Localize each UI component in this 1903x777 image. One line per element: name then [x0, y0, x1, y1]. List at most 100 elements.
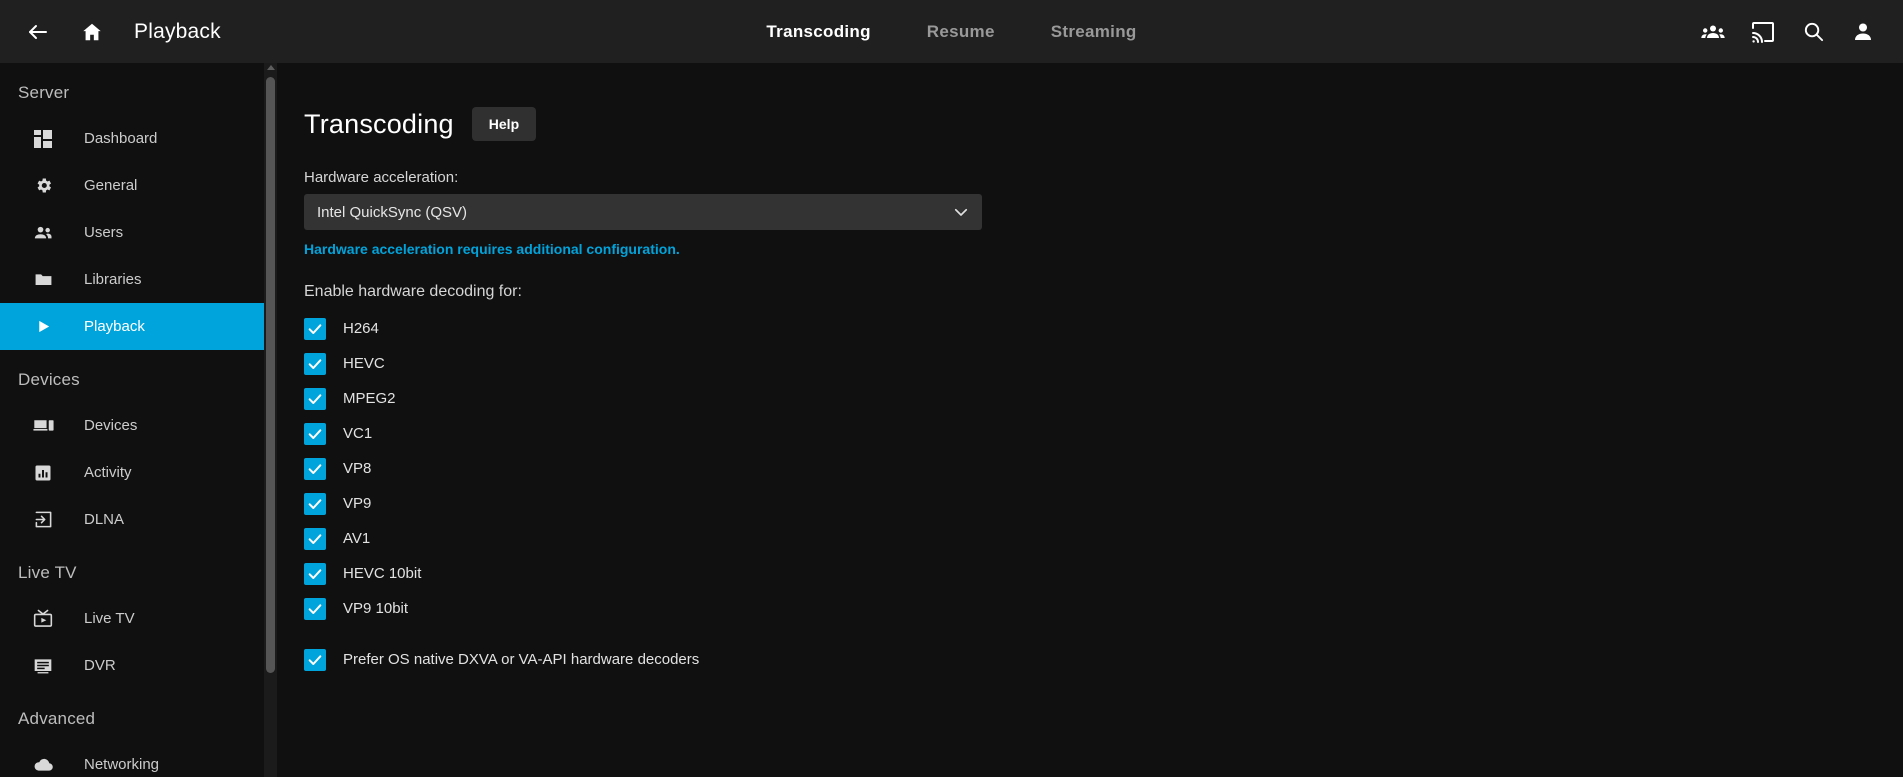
transcoding-settings-form: Transcoding Help Hardware acceleration: … [277, 63, 1903, 677]
checkbox-checked-icon[interactable] [304, 353, 326, 375]
checkbox-label: VP9 [343, 495, 371, 512]
checkbox-label: HEVC [343, 355, 385, 372]
sidebar-scroll-content: Server Dashboard General [0, 63, 265, 777]
checkbox-row-vp9-10bit[interactable]: VP9 10bit [304, 591, 1903, 626]
checkbox-row-vc1[interactable]: VC1 [304, 416, 1903, 451]
sidebar-item-label: Networking [84, 756, 159, 773]
live-tv-icon [30, 607, 56, 631]
checkbox-label: HEVC 10bit [343, 565, 421, 582]
search-button[interactable] [1789, 8, 1837, 56]
dvr-icon [30, 654, 56, 678]
sidebar-item-label: Users [84, 224, 123, 241]
checkbox-checked-icon[interactable] [304, 388, 326, 410]
devices-icon [30, 414, 56, 438]
checkbox-row-av1[interactable]: AV1 [304, 521, 1903, 556]
sidebar-item-label: Libraries [84, 271, 142, 288]
sidebar-group-header-devices: Devices [0, 350, 265, 402]
sidebar-item-dvr[interactable]: DVR [0, 642, 265, 689]
page-title-header: Playback [134, 20, 221, 44]
sidebar-item-label: Live TV [84, 610, 135, 627]
checkbox-checked-icon[interactable] [304, 563, 326, 585]
checkbox-checked-icon[interactable] [304, 458, 326, 480]
sidebar-item-label: General [84, 177, 137, 194]
cloud-icon [30, 753, 56, 777]
sidebar-item-label: Devices [84, 417, 137, 434]
checkbox-label: VC1 [343, 425, 372, 442]
checkbox-label: Prefer OS native DXVA or VA-API hardware… [343, 651, 699, 668]
sidebar-item-playback[interactable]: Playback [0, 303, 265, 350]
checkbox-row-hevc-10bit[interactable]: HEVC 10bit [304, 556, 1903, 591]
header-tabs: Transcoding Resume Streaming [0, 0, 1903, 63]
app-header-right [1689, 0, 1887, 63]
checkbox-checked-icon[interactable] [304, 493, 326, 515]
sidebar-item-activity[interactable]: Activity [0, 449, 265, 496]
folder-icon [30, 268, 56, 292]
checkbox-label: MPEG2 [343, 390, 396, 407]
sidebar-item-live-tv[interactable]: Live TV [0, 595, 265, 642]
checkbox-label: VP8 [343, 460, 371, 477]
checkbox-label: VP9 10bit [343, 600, 408, 617]
hardware-acceleration-select-wrap: Intel QuickSync (QSV) [304, 194, 982, 230]
tab-transcoding[interactable]: Transcoding [738, 0, 898, 63]
home-button[interactable] [68, 8, 116, 56]
scrollbar-thumb[interactable] [266, 77, 275, 673]
hardware-acceleration-select[interactable]: Intel QuickSync (QSV) [304, 194, 982, 230]
home-icon [81, 21, 103, 43]
back-button[interactable] [14, 8, 62, 56]
search-icon [1802, 20, 1825, 43]
tab-streaming[interactable]: Streaming [1023, 0, 1165, 63]
cast-button[interactable] [1739, 8, 1787, 56]
help-button[interactable]: Help [472, 107, 536, 141]
checkbox-checked-icon[interactable] [304, 528, 326, 550]
account-button[interactable] [1839, 8, 1887, 56]
tab-resume[interactable]: Resume [899, 0, 1023, 63]
sidebar-item-general[interactable]: General [0, 162, 265, 209]
enable-hardware-decoding-label: Enable hardware decoding for: [304, 283, 1903, 301]
activity-chart-icon [30, 461, 56, 485]
sidebar-item-label: DVR [84, 657, 116, 674]
checkbox-checked-icon[interactable] [304, 649, 326, 671]
checkbox-row-mpeg2[interactable]: MPEG2 [304, 381, 1903, 416]
arrow-left-icon [26, 20, 50, 44]
sidebar-item-label: Dashboard [84, 130, 157, 147]
checkbox-row-hevc[interactable]: HEVC [304, 346, 1903, 381]
account-icon [1851, 20, 1875, 44]
sidebar-item-label: Playback [84, 318, 145, 335]
checkbox-row-h264[interactable]: H264 [304, 311, 1903, 346]
hardware-acceleration-hint-link[interactable]: Hardware acceleration requires additiona… [304, 241, 1903, 257]
app-header-bar: Playback Transcoding Resume Streaming [0, 0, 1903, 63]
sidebar-group-header-live-tv: Live TV [0, 543, 265, 595]
checkbox-label: AV1 [343, 530, 370, 547]
dashboard-icon [30, 127, 56, 151]
checkbox-checked-icon[interactable] [304, 423, 326, 445]
sidebar-item-dashboard[interactable]: Dashboard [0, 115, 265, 162]
users-icon [30, 221, 56, 245]
sidebar-item-users[interactable]: Users [0, 209, 265, 256]
group-icon [1701, 20, 1725, 44]
sidebar-group-header-server: Server [0, 63, 265, 115]
sidebar-item-devices[interactable]: Devices [0, 402, 265, 449]
sidebar-item-networking[interactable]: Networking [0, 741, 265, 777]
gear-icon [30, 174, 56, 198]
sidebar-item-dlna[interactable]: DLNA [0, 496, 265, 543]
sidebar-navigation[interactable]: Server Dashboard General [0, 63, 265, 777]
page-title-row: Transcoding Help [304, 107, 1903, 141]
sidebar-item-libraries[interactable]: Libraries [0, 256, 265, 303]
checkbox-checked-icon[interactable] [304, 318, 326, 340]
checkbox-row-vp9[interactable]: VP9 [304, 486, 1903, 521]
hardware-acceleration-label: Hardware acceleration: [304, 169, 1903, 186]
group-button[interactable] [1689, 8, 1737, 56]
sidebar-item-label: Activity [84, 464, 132, 481]
dlna-input-icon [30, 508, 56, 532]
app-header-left: Playback [0, 8, 221, 56]
sidebar-group-header-advanced: Advanced [0, 689, 265, 741]
page-title: Transcoding [304, 109, 454, 140]
checkbox-label: H264 [343, 320, 379, 337]
checkbox-row-prefer-native-decoders[interactable]: Prefer OS native DXVA or VA-API hardware… [304, 642, 1903, 677]
sidebar-item-label: DLNA [84, 511, 124, 528]
scroll-up-arrow-icon[interactable] [266, 65, 275, 74]
checkbox-row-vp8[interactable]: VP8 [304, 451, 1903, 486]
sidebar-scrollbar[interactable] [264, 63, 277, 777]
checkbox-checked-icon[interactable] [304, 598, 326, 620]
cast-icon [1751, 20, 1775, 44]
